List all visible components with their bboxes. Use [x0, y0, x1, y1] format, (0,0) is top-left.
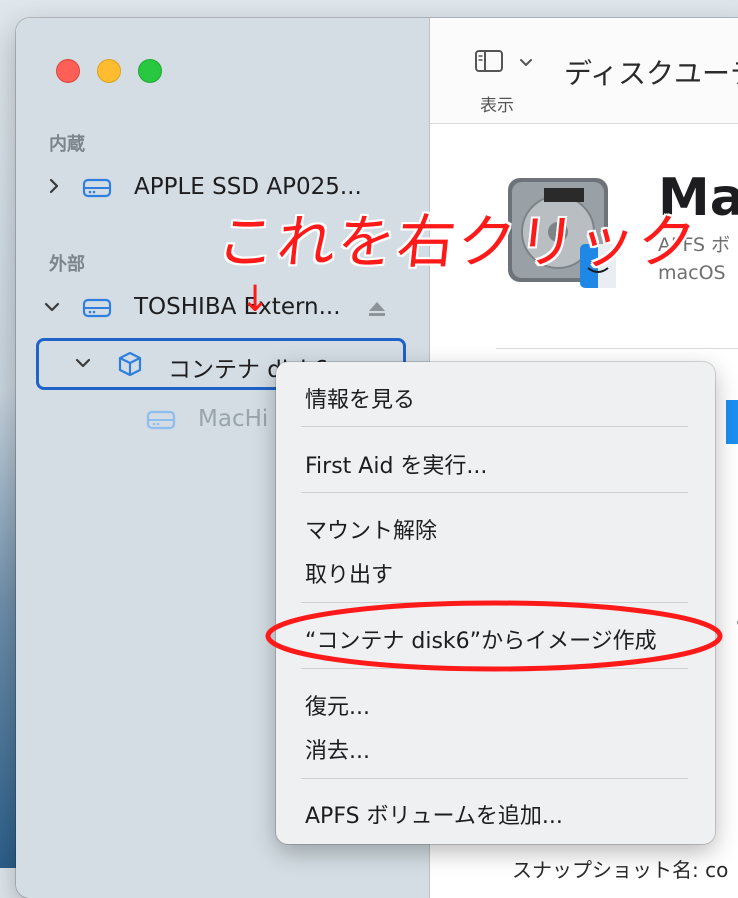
window-controls [56, 59, 162, 83]
snapshot-value: co [705, 858, 729, 882]
snapshot-label: スナップショット名: [512, 858, 699, 882]
menu-separator [301, 426, 688, 427]
snapshot-row: スナップショット名: co [512, 854, 728, 883]
menu-item-add-apfs-volume[interactable]: APFS ボリュームを追加... [305, 798, 563, 830]
chevron-down-icon[interactable] [73, 354, 93, 375]
sidebar-toggle-icon[interactable] [474, 49, 504, 77]
menu-item-restore[interactable]: 復元... [305, 689, 370, 721]
container-cube-icon [116, 350, 144, 378]
external-disk-icon [82, 297, 112, 319]
disk-icon [82, 177, 112, 199]
usage-bar [726, 400, 738, 444]
menu-item-first-aid[interactable]: First Aid を実行... [305, 448, 487, 480]
section-external-label: 外部 [49, 254, 85, 275]
chevron-down-icon[interactable] [518, 54, 534, 73]
annotation-arrow: ↓ [240, 279, 271, 320]
menu-item-erase[interactable]: 消去... [305, 733, 370, 765]
chevron-right-icon[interactable] [44, 178, 64, 199]
volume-disk-icon [146, 409, 176, 431]
toolbar: 表示 ディスクユーティ [430, 18, 738, 124]
annotation-text: これを右クリック [213, 208, 702, 276]
menu-separator [301, 778, 688, 779]
section-internal-label: 内蔵 [49, 134, 85, 155]
divider [496, 348, 738, 349]
chevron-down-icon[interactable] [42, 298, 62, 319]
eject-icon[interactable] [367, 300, 387, 318]
view-label: 表示 [480, 96, 514, 116]
close-button[interactable] [56, 59, 80, 83]
menu-item-eject[interactable]: 取り出す [305, 557, 393, 589]
menu-item-get-info[interactable]: 情報を見る [305, 382, 415, 414]
minimize-button[interactable] [97, 59, 121, 83]
annotation-oval [265, 600, 723, 672]
sidebar-item-label: MacHi [198, 406, 269, 432]
window-title: ディスクユーティ [564, 57, 738, 90]
sidebar-item-external-disk[interactable]: TOSHIBA Extern... [16, 286, 429, 330]
zoom-button[interactable] [138, 59, 162, 83]
menu-item-unmount[interactable]: マウント解除 [305, 513, 437, 545]
menu-separator [301, 492, 688, 493]
